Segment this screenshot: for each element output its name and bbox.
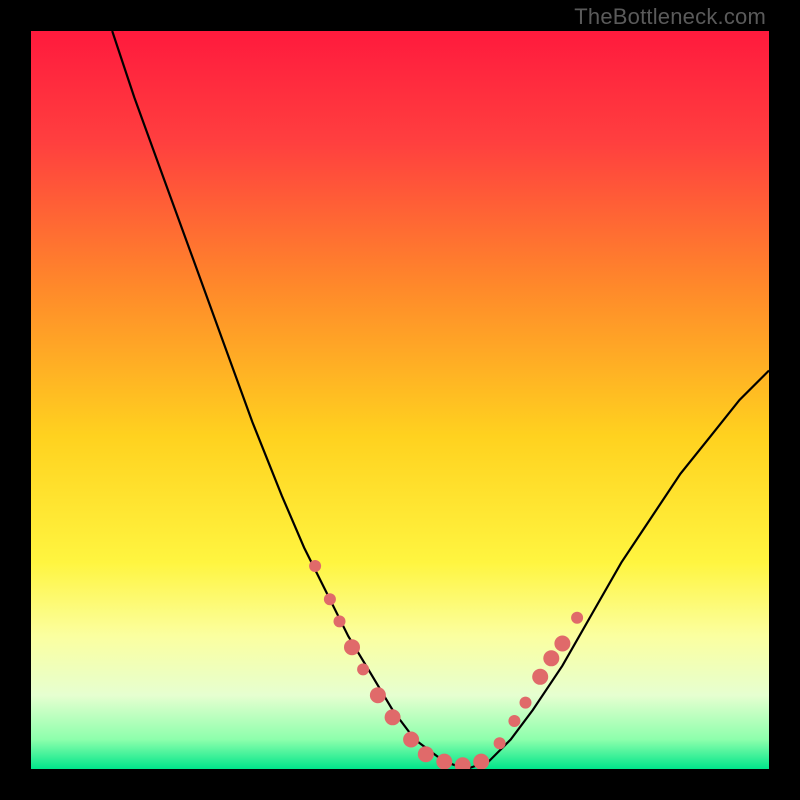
data-point (403, 732, 419, 748)
data-point (554, 636, 570, 652)
data-point (324, 593, 336, 605)
data-point (543, 650, 559, 666)
data-point (520, 697, 532, 709)
data-point (385, 709, 401, 725)
gradient-background (31, 31, 769, 769)
data-point (357, 663, 369, 675)
data-point (473, 754, 489, 769)
data-point (334, 615, 346, 627)
data-point (532, 669, 548, 685)
data-point (436, 754, 452, 769)
data-point (309, 560, 321, 572)
data-point (571, 612, 583, 624)
data-point (418, 746, 434, 762)
watermark-text: TheBottleneck.com (574, 4, 766, 30)
data-point (344, 639, 360, 655)
plot-area (31, 31, 769, 769)
data-point (508, 715, 520, 727)
chart-canvas (31, 31, 769, 769)
chart-frame: TheBottleneck.com (0, 0, 800, 800)
data-point (494, 737, 506, 749)
data-point (370, 687, 386, 703)
